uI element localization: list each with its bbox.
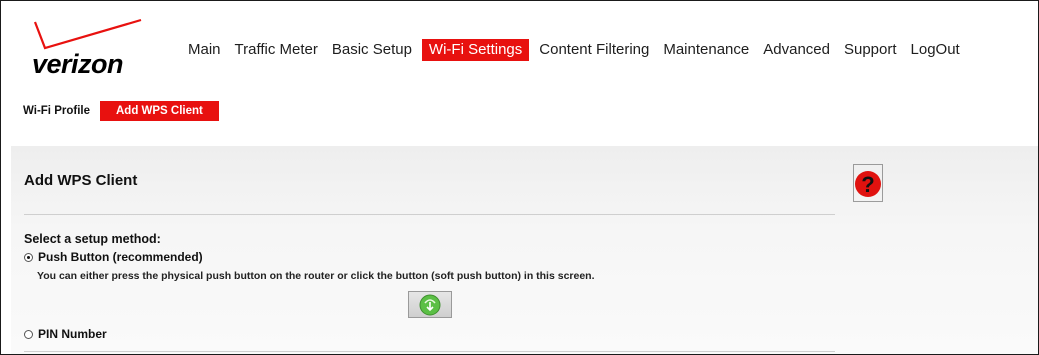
pin-number-label: PIN Number	[38, 327, 107, 341]
push-button-radio[interactable]	[24, 252, 33, 262]
pin-number-option[interactable]: PIN Number	[24, 327, 107, 341]
pin-number-radio[interactable]	[24, 329, 33, 339]
setup-method-label: Select a setup method:	[24, 232, 161, 246]
nav-logout[interactable]: LogOut	[904, 39, 967, 61]
divider-top	[24, 214, 835, 215]
divider-bottom	[24, 351, 835, 352]
question-mark-icon: ?	[853, 164, 883, 202]
content-panel: Add WPS Client ? Select a setup method: …	[11, 146, 1038, 354]
push-button-option[interactable]: Push Button (recommended)	[24, 250, 203, 264]
brand-name: verizon	[32, 49, 124, 79]
nav-basic-setup[interactable]: Basic Setup	[325, 39, 419, 61]
sub-tabs: Wi-Fi Profile Add WPS Client	[23, 101, 219, 121]
nav-wifi-settings[interactable]: Wi-Fi Settings	[421, 39, 530, 61]
svg-text:?: ?	[861, 172, 874, 197]
tab-add-wps-client[interactable]: Add WPS Client	[99, 101, 219, 121]
wps-push-icon	[419, 294, 441, 315]
nav-advanced[interactable]: Advanced	[756, 39, 837, 61]
router-admin-window: verizon Main Traffic Meter Basic Setup W…	[0, 0, 1039, 355]
push-button-label: Push Button (recommended)	[38, 250, 203, 264]
tab-wifi-profile[interactable]: Wi-Fi Profile	[23, 101, 90, 121]
main-nav: Main Traffic Meter Basic Setup Wi-Fi Set…	[181, 39, 967, 61]
logo-check-mark	[33, 18, 142, 50]
verizon-logo[interactable]: verizon	[23, 14, 149, 82]
nav-main[interactable]: Main	[181, 39, 228, 61]
wps-push-button[interactable]	[408, 291, 452, 318]
nav-maintenance[interactable]: Maintenance	[656, 39, 756, 61]
help-button[interactable]: ?	[853, 164, 883, 202]
push-button-description: You can either press the physical push b…	[37, 270, 595, 282]
page-title: Add WPS Client	[24, 172, 138, 189]
nav-traffic-meter[interactable]: Traffic Meter	[228, 39, 325, 61]
nav-content-filtering[interactable]: Content Filtering	[532, 39, 656, 61]
nav-support[interactable]: Support	[837, 39, 904, 61]
